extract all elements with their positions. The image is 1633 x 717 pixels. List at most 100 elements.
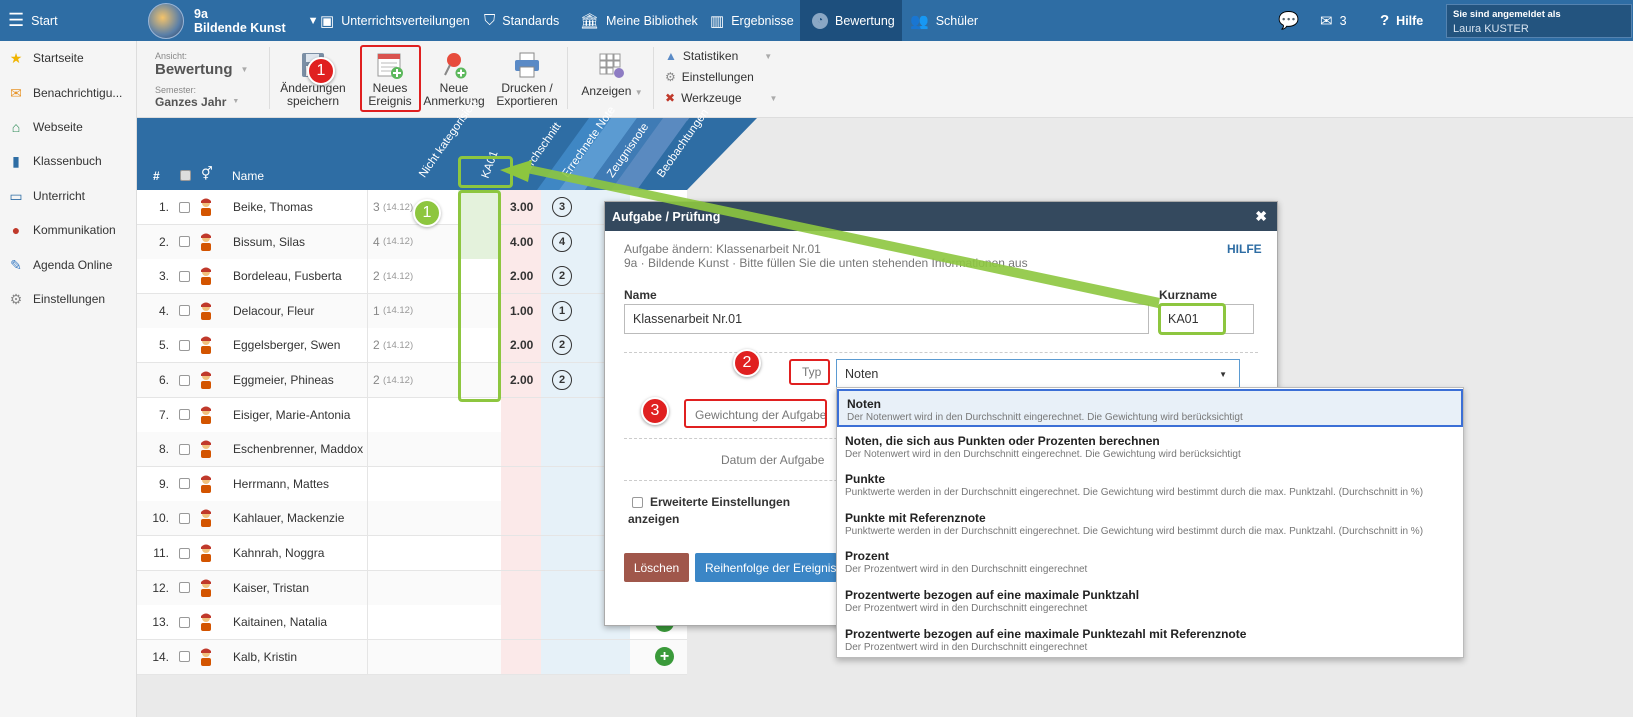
column-name-header: Name <box>232 169 265 183</box>
dropdown-option[interactable]: Punkte mit Referenznote Punktwerte werden… <box>837 505 1463 543</box>
row-checkbox[interactable] <box>179 616 190 628</box>
divider <box>367 397 368 432</box>
student-name[interactable]: Herrmann, Mattes <box>233 467 329 501</box>
student-name[interactable]: Kahnrah, Noggra <box>233 536 324 570</box>
semester-selector[interactable]: Semester: Ganzes Jahr ▼ <box>155 84 239 108</box>
uncategorized-grade[interactable]: 3 <box>373 200 380 214</box>
sidebar-item-einstellungen[interactable]: ⚙ Einstellungen <box>0 282 137 316</box>
caret-down-icon: ▼ <box>232 98 240 105</box>
student-name[interactable]: Eschenbrenner, Maddox <box>233 432 363 466</box>
row-checkbox[interactable] <box>179 201 190 213</box>
ka01-grade[interactable] <box>463 501 503 535</box>
delete-button[interactable]: Löschen <box>624 553 689 582</box>
dropdown-option[interactable]: Prozentwerte bezogen auf eine maximale P… <box>837 621 1463 659</box>
uncategorized-grade[interactable]: 2 <box>373 373 380 387</box>
settings-menu[interactable]: ⚙ Einstellungen <box>665 70 754 84</box>
row-checkbox[interactable] <box>179 582 190 594</box>
advanced-settings-checkbox[interactable] <box>632 497 643 508</box>
row-checkbox[interactable] <box>179 409 190 421</box>
settings-label: Einstellungen <box>681 70 754 84</box>
annotation-badge-1-green: 1 <box>413 199 441 227</box>
add-observation-icon[interactable]: + <box>655 647 674 667</box>
student-name[interactable]: Eisiger, Marie-Antonia <box>233 398 350 432</box>
show-menu-button[interactable]: Anzeigen ▼ <box>577 51 647 99</box>
student-name[interactable]: Kalb, Kristin <box>233 640 297 674</box>
tools-menu[interactable]: ✖ Werkzeuge ▼ <box>665 91 777 105</box>
dialog-help-link[interactable]: HILFE <box>1227 242 1262 256</box>
uncategorized-grade[interactable]: 4 <box>373 235 380 249</box>
student-name[interactable]: Kaiser, Tristan <box>233 571 309 605</box>
print-export-button[interactable]: Drucken / Exportieren <box>491 51 563 108</box>
nav-bewertung[interactable]: ◔ Bewertung <box>800 0 902 41</box>
ka01-grade[interactable] <box>463 571 503 605</box>
uncategorized-grade[interactable]: 1 <box>373 304 380 318</box>
gauge-icon: ◔ <box>812 12 828 29</box>
dropdown-option[interactable]: Prozent Der Prozentwert wird in den Durch… <box>837 543 1463 581</box>
uncategorized-grade[interactable]: 2 <box>373 269 380 283</box>
option-title: Noten <box>847 397 881 411</box>
student-name[interactable]: Eggelsberger, Swen <box>233 328 340 362</box>
student-name[interactable]: Bordeleau, Fusberta <box>233 259 342 293</box>
dropdown-option[interactable]: Punkte Punktwerte werden in der Durchschn… <box>837 466 1463 504</box>
ka01-grade[interactable] <box>463 605 503 639</box>
view-selector[interactable]: Ansicht: Bewertung ▼ <box>155 50 248 77</box>
close-icon[interactable]: ✖ <box>1255 208 1267 225</box>
divider <box>367 224 368 259</box>
type-select[interactable]: Noten ▼ <box>836 359 1240 389</box>
dropdown-option[interactable]: Noten Der Notenwert wird in den Durchschn… <box>837 389 1463 427</box>
student-avatar-icon <box>201 475 211 493</box>
nav-ergebnisse[interactable]: ▥ Ergebnisse <box>710 0 794 41</box>
new-note-button[interactable]: Neue Anmerkung <box>423 51 485 108</box>
row-checkbox[interactable] <box>179 236 190 248</box>
row-checkbox[interactable] <box>179 547 190 559</box>
user-box[interactable]: Sie sind angemeldet als Laura KUSTER <box>1446 4 1632 38</box>
student-name[interactable]: Kaitainen, Natalia <box>233 605 327 639</box>
messages-button[interactable]: ✉ 3 <box>1320 0 1347 41</box>
sidebar-item-agenda-online[interactable]: ✎ Agenda Online <box>0 248 137 282</box>
sidebar-item-benachrichtigungen[interactable]: ✉ Benachrichtigu... <box>0 76 137 110</box>
row-checkbox[interactable] <box>179 374 190 386</box>
row-checkbox[interactable] <box>179 443 190 455</box>
row-checkbox[interactable] <box>179 512 190 524</box>
uncategorized-grade[interactable]: 2 <box>373 338 380 352</box>
student-name[interactable]: Beike, Thomas <box>233 190 313 224</box>
row-checkbox[interactable] <box>179 270 190 282</box>
row-checkbox[interactable] <box>179 478 190 490</box>
ka01-grade[interactable] <box>463 432 503 466</box>
nav-unterrichtsverteilungen[interactable]: ▣ Unterrichtsverteilungen <box>320 0 470 41</box>
statistics-menu[interactable]: ▲ Statistiken ▼ <box>665 49 772 63</box>
nav-label: Meine Bibliothek <box>606 13 698 28</box>
sidebar-item-webseite[interactable]: ⌂ Webseite <box>0 110 137 144</box>
student-name[interactable]: Delacour, Fleur <box>233 294 314 328</box>
nav-standards[interactable]: ⛉ Standards <box>484 0 559 41</box>
nav-schueler[interactable]: 👥 Schüler <box>910 0 978 41</box>
ka01-grade[interactable] <box>463 398 503 432</box>
sidebar-item-startseite[interactable]: ★ Startseite <box>0 41 137 75</box>
grade-date: (14.12) <box>383 270 414 282</box>
sidebar-item-kommunikation[interactable]: ● Kommunikation <box>0 213 137 247</box>
select-all-checkbox[interactable] <box>180 170 191 181</box>
sidebar-item-klassenbuch[interactable]: ▮ Klassenbuch <box>0 144 137 178</box>
ka01-grade[interactable] <box>463 640 503 674</box>
dropdown-option[interactable]: Prozentwerte bezogen auf eine maximale P… <box>837 582 1463 620</box>
student-avatar-icon <box>201 267 211 286</box>
class-selector[interactable]: 9a Bildende Kunst ▼ <box>148 0 326 41</box>
student-name[interactable]: Bissum, Silas <box>233 225 305 259</box>
row-checkbox[interactable] <box>179 651 190 663</box>
chat-button[interactable]: 💬 <box>1278 0 1306 41</box>
ka01-grade[interactable] <box>463 467 503 501</box>
ka01-grade[interactable] <box>463 536 503 570</box>
sidebar-item-unterricht[interactable]: ▭ Unterricht <box>0 179 137 213</box>
nav-meine-bibliothek[interactable]: 🏛 Meine Bibliothek <box>580 0 698 41</box>
student-name[interactable]: Kahlauer, Mackenzie <box>233 501 344 535</box>
student-name[interactable]: Eggmeier, Phineas <box>233 363 334 397</box>
menu-start-button[interactable]: ☰ Start <box>8 0 58 41</box>
dropdown-option[interactable]: Noten, die sich aus Punkten oder Prozent… <box>837 428 1463 466</box>
row-checkbox[interactable] <box>179 339 190 351</box>
row-number: 14. <box>152 649 169 664</box>
help-button[interactable]: ? Hilfe <box>1380 0 1423 41</box>
order-button[interactable]: Reihenfolge der Ereigniss <box>695 553 837 582</box>
grade-date: (14.12) <box>383 305 414 317</box>
highlight-weight-label <box>684 399 827 428</box>
row-checkbox[interactable] <box>179 305 190 317</box>
